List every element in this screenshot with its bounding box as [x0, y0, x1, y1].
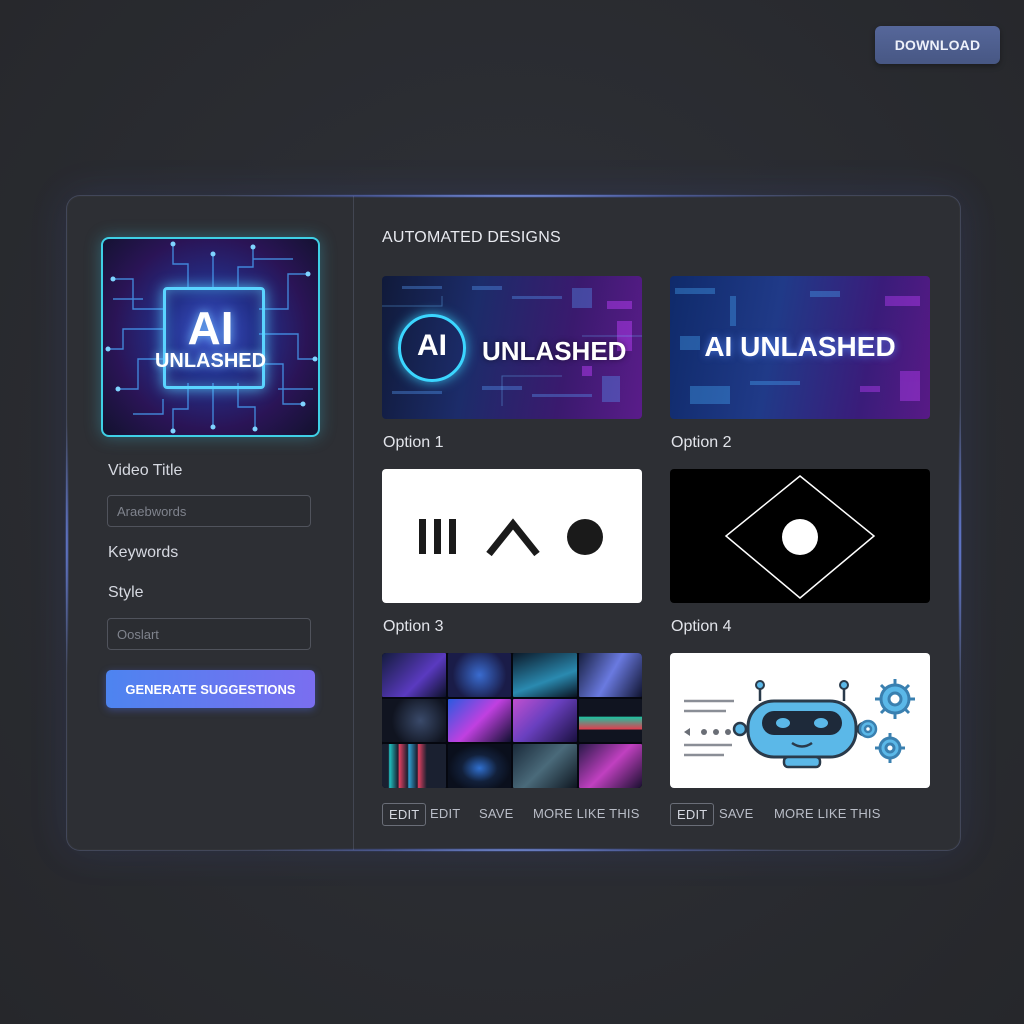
gear-icon [858, 719, 878, 739]
design-option-4[interactable] [670, 469, 930, 603]
download-button[interactable]: DOWNLOAD [875, 26, 1000, 64]
option-2-text: AI UNLASHED [704, 331, 896, 362]
mosaic-tile [513, 653, 577, 697]
save-button[interactable]: SAVE [479, 806, 514, 821]
caret-up-icon [486, 518, 540, 557]
mosaic-tile [447, 744, 511, 788]
panel-glow-top [197, 194, 837, 198]
option-3-label: Option 3 [383, 618, 444, 635]
edit-button[interactable]: EDIT [430, 806, 460, 821]
edit-button-boxed-right[interactable]: EDIT [670, 803, 715, 826]
circle-icon [782, 519, 818, 555]
mosaic-tile [578, 653, 642, 697]
style-input[interactable] [107, 618, 311, 650]
mosaic-tile [447, 653, 511, 697]
bars-icon [419, 519, 456, 554]
design-option-3[interactable] [382, 469, 642, 603]
thumbnail-mosaic [382, 653, 642, 788]
keywords-label: Keywords [108, 544, 179, 561]
mosaic-tile [382, 744, 446, 788]
mosaic-tile [513, 698, 577, 743]
video-title-label: Video Title [108, 462, 183, 479]
gear-icon [875, 733, 905, 763]
option-2-label: Option 2 [671, 434, 732, 451]
option-1-text-ai: AI [417, 329, 447, 362]
column-divider [353, 196, 354, 850]
text-lines-icon [684, 699, 734, 757]
panel-glow-left [65, 416, 69, 676]
mosaic-tile [447, 698, 511, 743]
design-option-1[interactable]: AI UNLASHED [382, 276, 642, 419]
robot-icon [732, 680, 872, 769]
mosaic-tile [382, 698, 446, 743]
thumbnail-title-line1: AI [187, 302, 234, 354]
generate-suggestions-button[interactable]: GENERATE SUGGESTIONS [106, 670, 315, 708]
design-option-5[interactable] [382, 653, 642, 788]
video-title-input[interactable] [107, 495, 311, 527]
option-4-label: Option 4 [671, 618, 732, 635]
panel-glow-bottom [227, 848, 807, 852]
mosaic-tile [382, 653, 446, 697]
diamond-design [724, 475, 876, 599]
minimal-shapes [419, 518, 603, 557]
main-thumbnail-preview[interactable]: AI UNLASHED [101, 237, 320, 437]
style-label: Style [108, 584, 144, 601]
panel-glow-right [958, 396, 962, 696]
circle-icon [567, 519, 603, 555]
more-like-this-button[interactable]: MORE LIKE THIS [533, 806, 640, 821]
design-option-6[interactable] [670, 653, 930, 788]
option-1-label: Option 1 [383, 434, 444, 451]
robot-illustration [684, 679, 915, 769]
more-like-this-button-right[interactable]: MORE LIKE THIS [774, 806, 881, 821]
option-1-text-unlashed: UNLASHED [482, 336, 627, 366]
edit-button-boxed[interactable]: EDIT [382, 803, 427, 826]
design-option-2[interactable]: AI UNLASHED [670, 276, 930, 419]
thumbnail-title-line2: UNLASHED [154, 350, 267, 372]
mosaic-tile [513, 744, 577, 788]
automated-designs-title: AUTOMATED DESIGNS [382, 229, 561, 246]
save-button-right[interactable]: SAVE [719, 806, 754, 821]
mosaic-tile [578, 698, 642, 743]
gear-icon [875, 679, 915, 719]
mosaic-tile [578, 744, 642, 788]
dots-icon [684, 728, 731, 736]
